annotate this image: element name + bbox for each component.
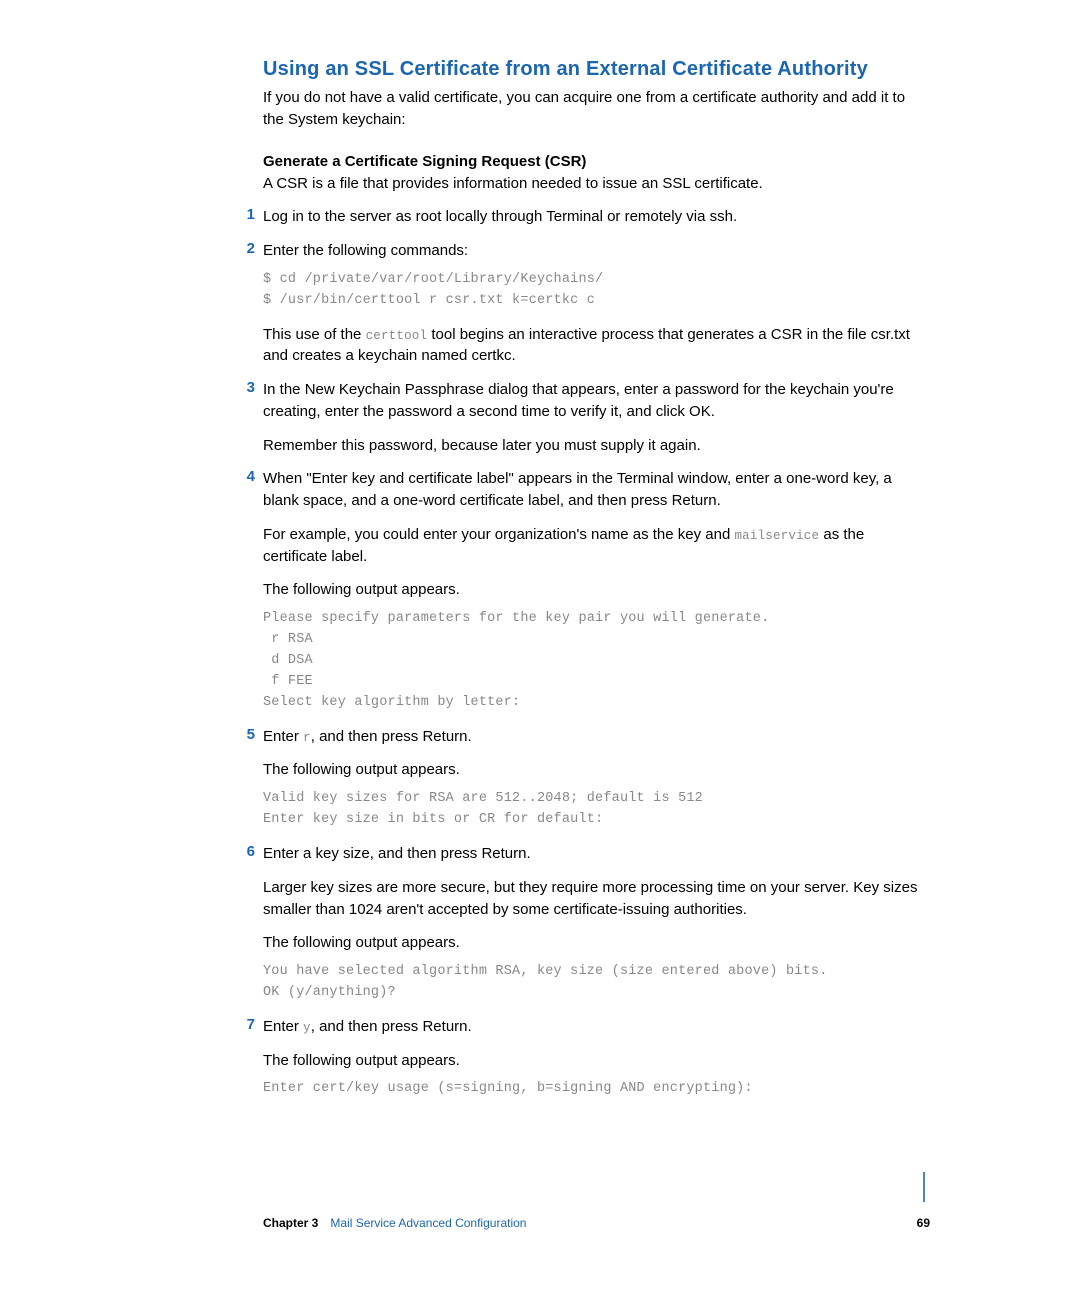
step-paragraph: The following output appears. (263, 1050, 920, 1072)
text-run: This use of the (263, 326, 366, 343)
code-block: Enter cert/key usage (s=signing, b=signi… (263, 1079, 920, 1100)
step-number: 4 (235, 468, 255, 485)
chapter-label: Chapter 3 (263, 1216, 318, 1230)
step-number: 7 (235, 1016, 255, 1033)
step-paragraph: Larger key sizes are more secure, but th… (263, 877, 920, 921)
step-text: Enter a key size, and then press Return. (263, 843, 920, 865)
inline-code: certtool (366, 329, 428, 343)
text-run: Enter (263, 728, 303, 745)
step-text: Enter y, and then press Return. (263, 1016, 920, 1038)
text-run: Enter (263, 1018, 303, 1035)
step-list: 1 Log in to the server as root locally t… (263, 206, 920, 1100)
step-3: 3 In the New Keychain Passphrase dialog … (263, 379, 920, 456)
page-number: 69 (917, 1216, 930, 1230)
step-number: 2 (235, 240, 255, 257)
code-block: You have selected algorithm RSA, key siz… (263, 962, 920, 1004)
inline-code: r (303, 731, 311, 745)
page-footer: Chapter 3 Mail Service Advanced Configur… (263, 1216, 930, 1230)
subsection-heading: Generate a Certificate Signing Request (… (263, 153, 920, 170)
step-paragraph: The following output appears. (263, 579, 920, 601)
inline-code: y (303, 1021, 311, 1035)
step-2: 2 Enter the following commands: $ cd /pr… (263, 240, 920, 367)
chapter-title: Mail Service Advanced Configuration (330, 1216, 526, 1230)
footer-rule (923, 1172, 925, 1202)
step-6: 6 Enter a key size, and then press Retur… (263, 843, 920, 1004)
text-run: , and then press Return. (311, 728, 472, 745)
step-text: Enter the following commands: (263, 240, 920, 262)
subsection-description: A CSR is a file that provides informatio… (263, 173, 920, 195)
step-paragraph: This use of the certtool tool begins an … (263, 324, 920, 368)
inline-code: mailservice (734, 529, 819, 543)
step-7: 7 Enter y, and then press Return. The fo… (263, 1016, 920, 1100)
step-5: 5 Enter r, and then press Return. The fo… (263, 726, 920, 831)
step-number: 5 (235, 726, 255, 743)
step-text: When "Enter key and certificate label" a… (263, 468, 920, 512)
text-run: , and then press Return. (311, 1018, 472, 1035)
code-block: Valid key sizes for RSA are 512..2048; d… (263, 789, 920, 831)
step-paragraph: Remember this password, because later yo… (263, 435, 920, 457)
code-block: Please specify parameters for the key pa… (263, 609, 920, 714)
step-number: 6 (235, 843, 255, 860)
section-heading: Using an SSL Certificate from an Externa… (263, 58, 920, 81)
step-1: 1 Log in to the server as root locally t… (263, 206, 920, 228)
step-paragraph: For example, you could enter your organi… (263, 524, 920, 568)
step-text: Enter r, and then press Return. (263, 726, 920, 748)
step-paragraph: The following output appears. (263, 759, 920, 781)
step-number: 3 (235, 379, 255, 396)
step-number: 1 (235, 206, 255, 223)
page-content: Using an SSL Certificate from an Externa… (0, 0, 1080, 1296)
step-text: In the New Keychain Passphrase dialog th… (263, 379, 920, 423)
step-text: Log in to the server as root locally thr… (263, 206, 920, 228)
step-4: 4 When "Enter key and certificate label"… (263, 468, 920, 713)
step-paragraph: The following output appears. (263, 932, 920, 954)
code-block: $ cd /private/var/root/Library/Keychains… (263, 270, 920, 312)
footer-left: Chapter 3 Mail Service Advanced Configur… (263, 1216, 526, 1230)
text-run: For example, you could enter your organi… (263, 526, 734, 543)
section-intro: If you do not have a valid certificate, … (263, 87, 920, 131)
